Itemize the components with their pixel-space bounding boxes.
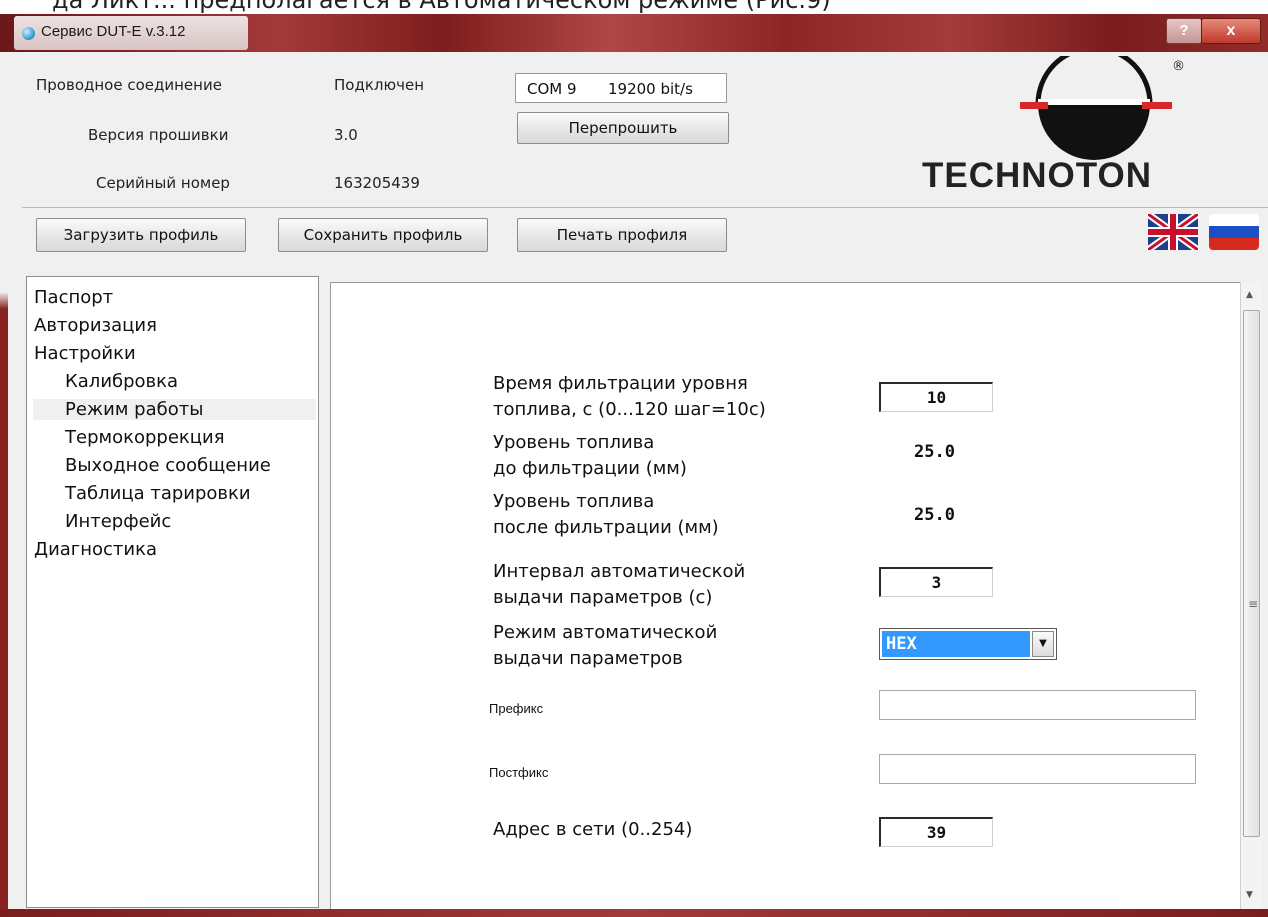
window-title: Сервис DUT-E v.3.12 bbox=[41, 23, 186, 40]
postfix-input[interactable] bbox=[879, 754, 1196, 784]
level-after-label-line2: после фильтрации (мм) bbox=[493, 517, 719, 538]
level-before-label-line2: до фильтрации (мм) bbox=[493, 458, 687, 479]
tree-item-calibration[interactable]: Калибровка bbox=[65, 371, 178, 392]
load-profile-button[interactable]: Загрузить профиль bbox=[36, 218, 246, 252]
filter-time-label-line2: топлива, с (0...120 шаг=10с) bbox=[493, 399, 766, 420]
connection-type-label: Проводное соединение bbox=[36, 76, 222, 94]
level-after-value: 25.0 bbox=[914, 505, 955, 525]
header-separator bbox=[22, 207, 1268, 208]
tree-item-output-message[interactable]: Выходное сообщение bbox=[65, 455, 271, 476]
navigation-tree[interactable]: Паспорт Авторизация Настройки Калибровка… bbox=[26, 276, 319, 908]
auto-mode-selected-value: HEX bbox=[882, 631, 1030, 657]
title-bar[interactable]: Сервис DUT-E v.3.12 ? x bbox=[0, 14, 1268, 52]
tree-item-operating-mode[interactable]: Режим работы bbox=[33, 399, 316, 420]
app-window: Сервис DUT-E v.3.12 ? x Проводное соедин… bbox=[0, 14, 1268, 917]
connection-status: Подключен bbox=[334, 76, 424, 94]
firmware-version-value: 3.0 bbox=[334, 126, 358, 144]
network-address-input[interactable]: 39 bbox=[879, 817, 993, 847]
registered-mark: ® bbox=[1172, 59, 1185, 74]
baud-rate: 19200 bit/s bbox=[608, 80, 693, 98]
prefix-label: Префикс bbox=[489, 701, 544, 716]
tree-item-diagnostics[interactable]: Диагностика bbox=[34, 539, 157, 560]
window-bottom-edge bbox=[0, 909, 1268, 917]
print-profile-button[interactable]: Печать профиля bbox=[517, 218, 727, 252]
save-profile-button[interactable]: Сохранить профиль bbox=[278, 218, 488, 252]
auto-mode-label-line1: Режим автоматической bbox=[493, 622, 718, 643]
prefix-input[interactable] bbox=[879, 690, 1196, 720]
app-icon bbox=[22, 27, 35, 40]
auto-interval-input[interactable]: 3 bbox=[879, 567, 993, 597]
auto-interval-label-line1: Интервал автоматической bbox=[493, 561, 746, 582]
tree-item-settings[interactable]: Настройки bbox=[34, 343, 136, 364]
auto-mode-select[interactable]: HEX ▼ bbox=[879, 628, 1057, 660]
com-port-box[interactable]: COM 9 19200 bit/s bbox=[515, 73, 727, 103]
chevron-down-icon[interactable]: ▼ bbox=[1032, 631, 1054, 657]
filter-time-label-line1: Время фильтрации уровня bbox=[493, 373, 748, 394]
level-before-label-line1: Уровень топлива bbox=[493, 432, 655, 453]
serial-number-value: 163205439 bbox=[334, 174, 420, 192]
scroll-down-icon[interactable]: ▼ bbox=[1246, 890, 1253, 900]
scroll-up-icon[interactable]: ▲ bbox=[1246, 290, 1253, 300]
help-button[interactable]: ? bbox=[1166, 18, 1202, 44]
close-button[interactable]: x bbox=[1201, 18, 1261, 44]
level-before-value: 25.0 bbox=[914, 442, 955, 462]
serial-number-label: Серийный номер bbox=[96, 174, 230, 192]
tree-item-authorization[interactable]: Авторизация bbox=[34, 315, 157, 336]
window-left-edge bbox=[0, 52, 8, 909]
logo-text: TECHNOTON bbox=[922, 156, 1153, 195]
document-fragment: да Ликт... предполагается в Автоматическ… bbox=[0, 0, 1268, 14]
reflash-button[interactable]: Перепрошить bbox=[517, 112, 729, 144]
firmware-version-label: Версия прошивки bbox=[88, 126, 229, 144]
tree-item-interface[interactable]: Интерфейс bbox=[65, 511, 171, 532]
com-port: COM 9 bbox=[527, 80, 577, 98]
network-address-label: Адрес в сети (0..254) bbox=[493, 819, 693, 840]
filter-time-input[interactable]: 10 bbox=[879, 382, 993, 412]
tree-item-thermocorrection[interactable]: Термокоррекция bbox=[65, 427, 225, 448]
ru-flag-icon[interactable] bbox=[1209, 214, 1259, 250]
settings-panel bbox=[330, 282, 1240, 910]
postfix-label: Постфикс bbox=[489, 765, 549, 780]
title-tab: Сервис DUT-E v.3.12 bbox=[14, 16, 248, 50]
tree-item-calibration-table[interactable]: Таблица тарировки bbox=[65, 483, 251, 504]
vertical-scrollbar[interactable]: ▲ ≡ ▼ bbox=[1240, 282, 1262, 910]
auto-interval-label-line2: выдачи параметров (с) bbox=[493, 587, 713, 608]
uk-flag-icon[interactable] bbox=[1148, 214, 1198, 250]
auto-mode-label-line2: выдачи параметров bbox=[493, 648, 683, 669]
scroll-thumb[interactable]: ≡ bbox=[1243, 310, 1260, 837]
level-after-label-line1: Уровень топлива bbox=[493, 491, 655, 512]
tree-item-passport[interactable]: Паспорт bbox=[34, 287, 113, 308]
grip-icon: ≡ bbox=[1248, 597, 1259, 611]
